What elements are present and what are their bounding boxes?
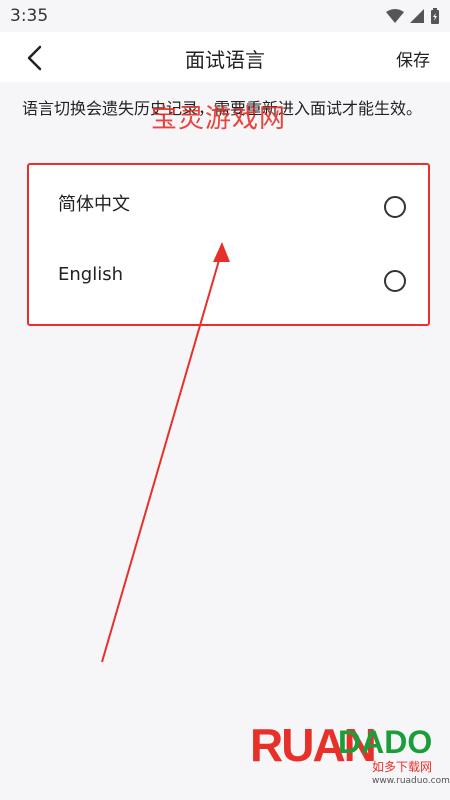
battery-icon bbox=[431, 8, 439, 24]
option-label: English bbox=[58, 264, 123, 285]
logo-secondary-text: DADO bbox=[338, 724, 433, 760]
option-english[interactable]: English bbox=[29, 248, 429, 308]
status-time: 3:35 bbox=[10, 6, 49, 26]
page-title: 面试语言 bbox=[185, 48, 265, 72]
header: 面试语言 保存 bbox=[0, 32, 450, 82]
option-simplified-chinese[interactable]: 简体中文 bbox=[29, 174, 429, 234]
wifi-icon bbox=[386, 9, 404, 23]
signal-icon bbox=[410, 9, 424, 23]
language-options-list: 简体中文 English bbox=[29, 164, 429, 326]
site-logo: RUAN DADO 如多下载网 www.ruaduo.com bbox=[250, 718, 450, 800]
save-button[interactable]: 保存 bbox=[396, 46, 430, 71]
logo-url-text: www.ruaduo.com bbox=[372, 776, 450, 786]
option-label: 简体中文 bbox=[58, 194, 130, 215]
logo-sub-text: 如多下载网 bbox=[372, 760, 433, 774]
info-text: 语言切换会遗失历史记录，需要重新进入面试才能生效。 bbox=[22, 99, 423, 118]
status-icons bbox=[386, 8, 440, 24]
radio-button[interactable] bbox=[384, 196, 406, 218]
radio-button[interactable] bbox=[384, 270, 406, 292]
status-bar: 3:35 bbox=[0, 0, 450, 32]
